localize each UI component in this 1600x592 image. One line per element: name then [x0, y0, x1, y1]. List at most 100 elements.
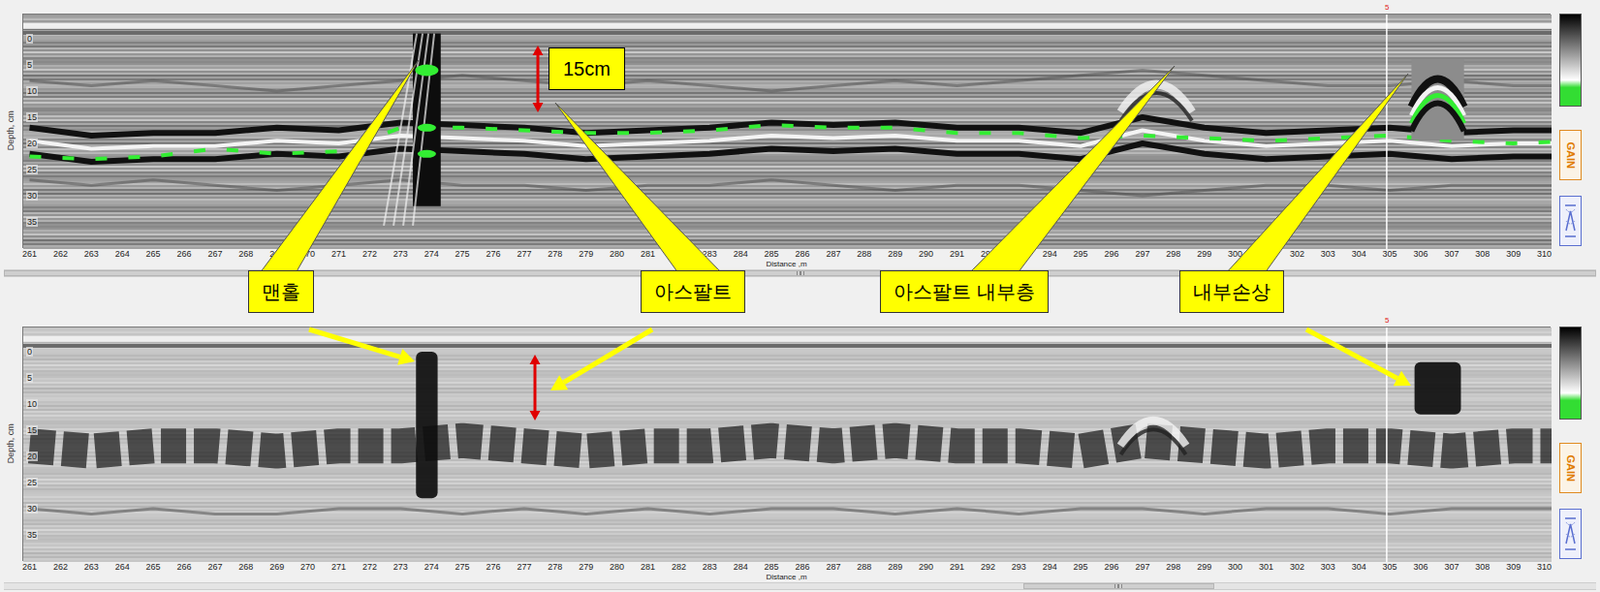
distance-tick: 269	[265, 562, 289, 572]
distance-tick: 308	[1471, 249, 1495, 259]
wave-icon	[1563, 201, 1578, 241]
distance-tick: 300	[1223, 249, 1248, 259]
color-scale-bar	[1559, 13, 1582, 107]
distance-tick: 284	[728, 249, 753, 259]
distance-tick: 306	[1409, 249, 1433, 259]
distance-tick: 294	[1037, 562, 1062, 572]
subsurface-feature	[1411, 59, 1464, 140]
distance-tick: 288	[852, 249, 877, 259]
distance-ticks: 2612622632642652662672682692702712722732…	[22, 248, 1551, 260]
depth-tick: 20	[26, 451, 38, 462]
distance-tick: 299	[1192, 562, 1217, 572]
distance-tick: 302	[1285, 562, 1309, 572]
callout-label: 내부손상	[1179, 270, 1285, 314]
radargram-plot: 505101520253035	[22, 13, 1551, 249]
dimension-arrow	[530, 354, 541, 388]
depth-axis-title: Depth, cm	[0, 13, 23, 249]
depth-axis-label: Depth, cm	[4, 110, 19, 151]
distance-tick: 283	[697, 562, 722, 572]
distance-tick: 276	[481, 249, 505, 259]
distance-tick: 294	[1037, 249, 1062, 259]
depth-tick: 15	[26, 112, 38, 123]
distance-tick: 283	[697, 249, 722, 259]
reflector-line	[30, 130, 1553, 150]
distance-tick: 267	[203, 562, 227, 572]
subsurface-feature	[1121, 420, 1187, 455]
radargram-panels: Depth, cm505101520253035GAIN261262263264…	[0, 0, 1600, 591]
distance-tick: 261	[18, 249, 42, 259]
horizontal-scrollbar[interactable]	[3, 582, 1597, 591]
distance-tick: 302	[1285, 249, 1309, 259]
annotation-overlay	[0, 0, 1600, 592]
panel-row: Depth, cm505101520253035GAIN	[0, 13, 1600, 249]
wave-tool-button[interactable]	[1559, 508, 1582, 560]
distance-tick: 281	[636, 562, 660, 572]
distance-tick: 277	[512, 562, 536, 572]
callout-pointer	[1225, 73, 1409, 274]
distance-tick: 273	[388, 249, 412, 259]
distance-tick: 279	[574, 562, 598, 572]
distance-axis-label: Distance ,m	[765, 259, 807, 270]
distance-tick: 287	[821, 562, 846, 572]
callout-arrow	[550, 329, 653, 391]
depth-tick: 20	[26, 138, 38, 149]
distance-tick: 269	[265, 249, 289, 259]
distance-tick: 264	[110, 562, 134, 572]
legend-column: GAIN	[1550, 13, 1600, 249]
reflector-line	[30, 143, 1553, 162]
annotation-labels: 15cm맨홀아스팔트아스팔트 내부층내부손상	[0, 0, 1600, 592]
dimension-arrow	[533, 45, 544, 80]
depth-tick: 35	[26, 217, 38, 227]
reflector-line	[30, 440, 1553, 452]
depth-tick: 35	[26, 530, 38, 540]
distance-tick: 300	[1223, 562, 1248, 572]
distance-tick: 263	[79, 562, 103, 572]
position-marker-label: 5	[1384, 315, 1389, 326]
distance-tick: 261	[18, 562, 42, 572]
scrollbar-thumb[interactable]	[3, 270, 1597, 277]
distance-tick: 292	[975, 562, 1000, 572]
distance-tick: 277	[512, 249, 536, 259]
distance-tick: 309	[1502, 249, 1526, 259]
distance-tick: 281	[636, 249, 660, 259]
gain-button[interactable]: GAIN	[1559, 442, 1582, 494]
distance-tick: 287	[821, 249, 846, 259]
distance-tick: 299	[1192, 249, 1217, 259]
distance-tick: 280	[605, 562, 629, 572]
callout-label: 맨홀	[248, 270, 314, 314]
distance-tick: 265	[141, 562, 165, 572]
distance-tick: 288	[852, 562, 877, 572]
distance-tick: 289	[883, 249, 908, 259]
callout-pointer	[969, 65, 1175, 274]
gain-button[interactable]: GAIN	[1559, 129, 1582, 181]
distance-tick: 289	[883, 562, 908, 572]
legend-column: GAIN	[1550, 326, 1600, 562]
distance-tick: 296	[1099, 562, 1124, 572]
distance-tick: 297	[1130, 249, 1155, 259]
wave-tool-button[interactable]	[1559, 195, 1582, 247]
depth-tick: 5	[26, 60, 33, 70]
callout-label: 아스팔트 내부층	[879, 270, 1049, 314]
distance-tick: 274	[419, 562, 443, 572]
distance-tick: 274	[419, 249, 443, 259]
scrollbar-grip-icon	[796, 271, 805, 276]
radargram-plot: 505101520253035	[22, 326, 1551, 562]
depth-tick: 10	[26, 399, 38, 409]
depth-tick: 0	[26, 33, 33, 44]
depth-tick: 10	[26, 86, 38, 96]
depth-tick: 15	[26, 425, 38, 436]
horizontal-scrollbar[interactable]	[3, 269, 1597, 278]
distance-tick: 295	[1068, 249, 1093, 259]
gain-label: GAIN	[1562, 141, 1579, 169]
distance-tick: 308	[1471, 562, 1495, 572]
dimension-arrow	[530, 387, 541, 421]
distance-tick: 286	[790, 249, 815, 259]
dimension-arrow	[533, 79, 544, 113]
distance-tick: 271	[327, 249, 351, 259]
scrollbar-thumb[interactable]	[1023, 583, 1215, 590]
radargram-panel: Depth, cm505101520253035GAIN261262263264…	[0, 13, 1600, 278]
distance-tick: 270	[296, 249, 320, 259]
distance-tick: 268	[234, 562, 258, 572]
depth-tick: 0	[26, 346, 33, 357]
distance-tick: 305	[1378, 562, 1402, 572]
